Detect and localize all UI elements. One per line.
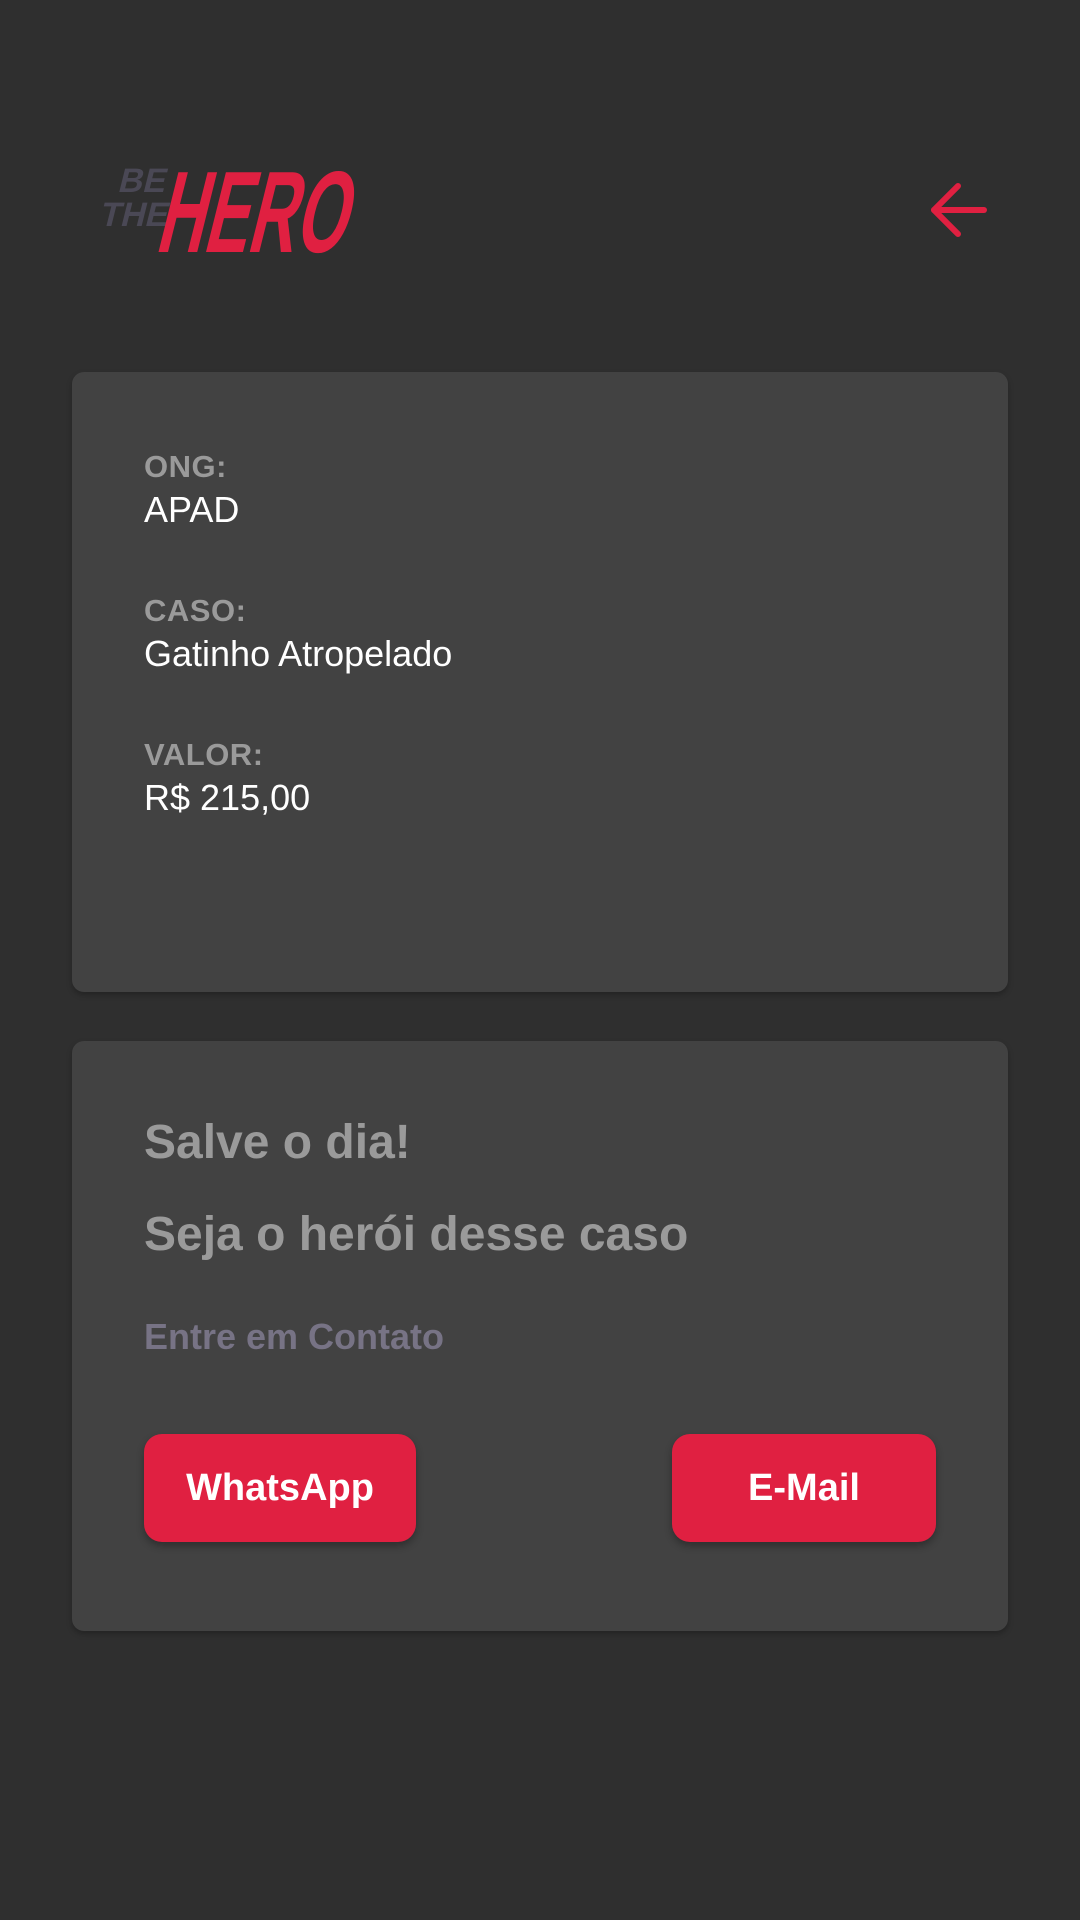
logo-hero-text: HERO [148,147,370,270]
email-button[interactable]: E-Mail [672,1434,936,1542]
contact-actions: WhatsApp E-Mail [144,1434,936,1542]
ong-value: APAD [144,489,240,530]
valor-value: R$ 215,00 [144,777,311,818]
contact-subtitle: Entre em Contato [144,1316,445,1357]
be-the-hero-logo: BE THE HERO [97,147,371,270]
valor-label: VALOR: [144,737,264,772]
whatsapp-button[interactable]: WhatsApp [144,1434,416,1542]
ong-label: ONG: [144,449,227,484]
back-button[interactable] [916,168,1000,252]
contact-title-line1: Salve o dia! [144,1116,411,1169]
caso-label: CASO: [144,593,247,628]
contact-title-line2: Seja o herói desse caso [144,1208,689,1261]
valor-field: VALOR: R$ 215,00 [144,736,936,820]
incident-details-card: ONG: APAD CASO: Gatinho Atropelado VALOR… [72,372,1008,992]
caso-field: CASO: Gatinho Atropelado [144,592,936,676]
ong-field: ONG: APAD [144,448,936,532]
logo-be-text: BE [115,162,172,199]
arrow-left-icon [931,183,987,237]
contact-card: Salve o dia! Seja o herói desse caso Ent… [72,1041,1008,1631]
header: BE THE HERO [72,140,1008,270]
caso-value: Gatinho Atropelado [144,633,453,674]
